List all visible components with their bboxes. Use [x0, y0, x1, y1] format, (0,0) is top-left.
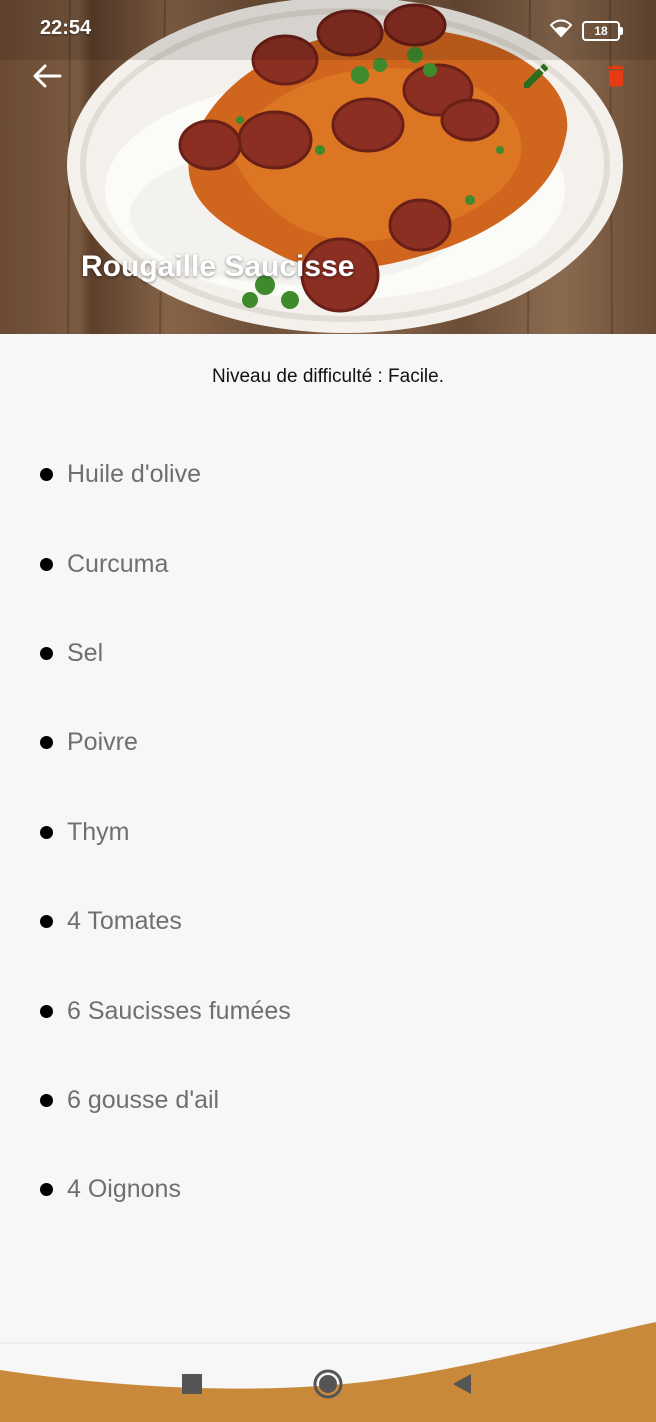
wifi-icon	[548, 18, 574, 43]
list-item: Poivre	[0, 698, 656, 787]
pencil-icon	[524, 63, 549, 88]
ingredient-label: Huile d'olive	[67, 460, 202, 489]
battery-level	[585, 23, 592, 38]
ingredient-label: 6 gousse d'ail	[67, 1085, 220, 1114]
delete-button[interactable]	[596, 56, 636, 96]
list-item: Curcuma	[0, 519, 656, 608]
ingredient-label: Poivre	[67, 728, 138, 757]
edit-button[interactable]	[516, 56, 556, 96]
bullet-icon	[40, 1004, 53, 1018]
nav-back-button[interactable]	[442, 1366, 482, 1402]
status-time: 22:54	[40, 17, 92, 39]
ingredient-label: Sel	[67, 638, 104, 667]
triangle-back-icon	[453, 1374, 471, 1394]
recipe-title: Rougaille Saucisse	[81, 250, 355, 283]
bullet-icon	[40, 557, 53, 571]
square-icon	[182, 1374, 202, 1394]
list-item: Thym	[0, 788, 656, 877]
home-button[interactable]	[308, 1366, 348, 1402]
list-item: Huile d'olive	[0, 430, 656, 519]
list-item: 4 Tomates	[0, 877, 656, 966]
difficulty-label: Niveau de difficulté : Facile.	[212, 366, 444, 387]
trash-icon	[607, 65, 625, 87]
bullet-icon	[40, 1093, 53, 1107]
list-item: Sel	[0, 609, 656, 698]
arrow-left-icon	[33, 64, 62, 88]
circle-icon	[313, 1369, 343, 1399]
bullet-icon	[40, 915, 53, 929]
ingredient-list: Huile d'olive Curcuma Sel Poivre Thym 4 …	[0, 430, 656, 1235]
list-item: 6 Saucisses fumées	[0, 966, 656, 1055]
bullet-icon	[40, 825, 53, 839]
ingredient-label: Curcuma	[67, 549, 169, 578]
bullet-icon	[40, 646, 53, 660]
ingredient-label: Thym	[67, 817, 130, 846]
recipe-hero-image: 22:54 18 Rougaille Saucisse	[0, 0, 656, 334]
ingredient-label: 4 Tomates	[67, 907, 182, 936]
bullet-icon	[40, 736, 53, 750]
bullet-icon	[40, 1183, 53, 1197]
list-item: 4 Oignons	[0, 1145, 656, 1234]
recents-button[interactable]	[172, 1366, 212, 1402]
bullet-icon	[40, 468, 53, 482]
battery-percent: 18	[594, 23, 608, 38]
ingredient-label: 4 Oignons	[67, 1175, 181, 1204]
list-item: 6 gousse d'ail	[0, 1056, 656, 1145]
battery-icon: 18	[582, 20, 623, 41]
status-bar: 22:54 18	[0, 0, 656, 58]
back-button[interactable]	[27, 56, 67, 96]
ingredient-label: 6 Saucisses fumées	[67, 996, 291, 1025]
